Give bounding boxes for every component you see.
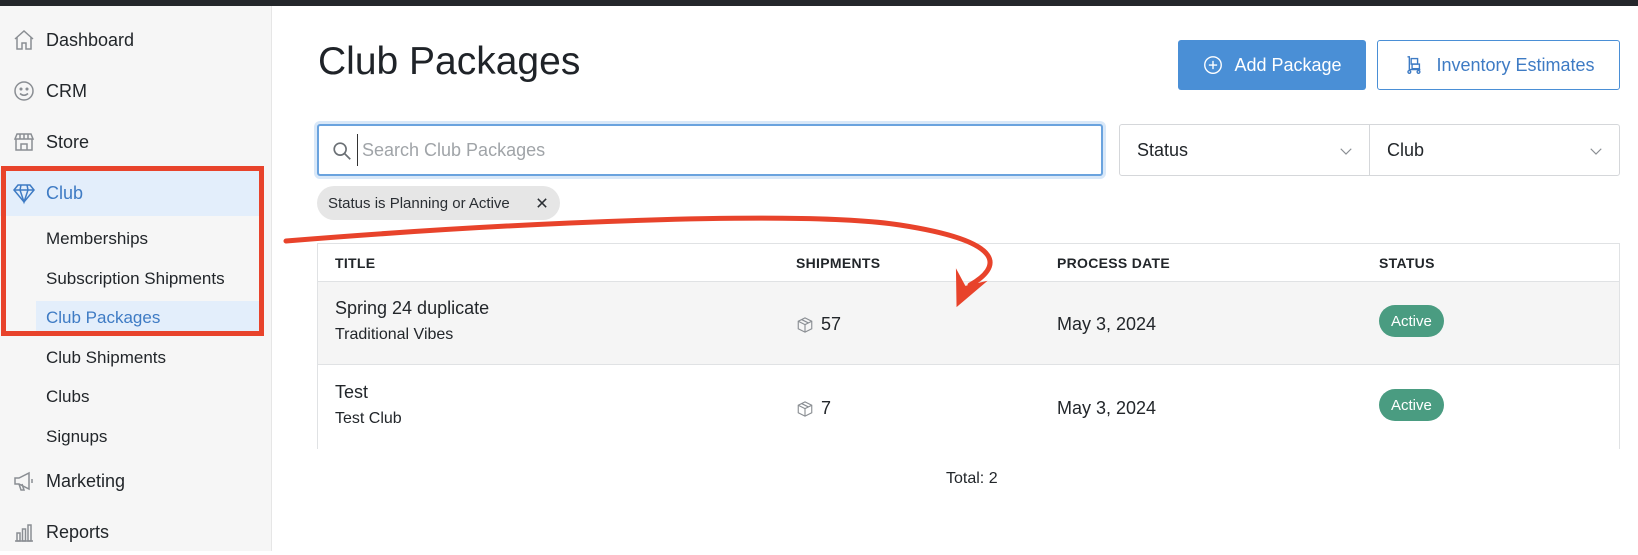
table-row[interactable]: Spring 24 duplicate Traditional Vibes 57… bbox=[318, 282, 1619, 365]
add-package-label: Add Package bbox=[1234, 54, 1342, 75]
shipments-count: 57 bbox=[821, 314, 842, 334]
chevron-down-icon bbox=[1590, 148, 1602, 155]
sidebar-subitem-label: Club Packages bbox=[46, 307, 161, 327]
sidebar-item-crm[interactable]: CRM bbox=[0, 68, 261, 114]
sidebar-item-label: Marketing bbox=[46, 470, 126, 491]
sidebar-subitem-signups[interactable]: Signups bbox=[36, 420, 261, 453]
sidebar-item-label: Reports bbox=[46, 521, 110, 542]
search-input[interactable] bbox=[357, 134, 1087, 166]
add-package-button[interactable]: Add Package bbox=[1178, 40, 1366, 90]
table-row[interactable]: Test Test Club 7 May 3, 2024 Active bbox=[318, 366, 1619, 449]
sidebar-subitem-memberships[interactable]: Memberships bbox=[36, 222, 261, 255]
sidebar-subitem-label: Club Shipments bbox=[46, 347, 167, 367]
status-select-value: Status bbox=[1137, 140, 1189, 160]
sidebar-subitem-label: Subscription Shipments bbox=[46, 268, 225, 288]
process-date: May 3, 2024 bbox=[1057, 398, 1157, 418]
column-header-title[interactable]: TITLE bbox=[335, 255, 375, 271]
table-total: Total: 2 bbox=[946, 470, 998, 487]
sidebar-subitem-club-shipments[interactable]: Club Shipments bbox=[36, 341, 261, 374]
sidebar-item-dashboard[interactable]: Dashboard bbox=[0, 17, 261, 63]
sidebar-item-store[interactable]: Store bbox=[0, 119, 261, 165]
inventory-estimates-button[interactable]: Inventory Estimates bbox=[1377, 40, 1620, 90]
sidebar-item-label: CRM bbox=[46, 80, 87, 101]
box-icon bbox=[797, 316, 813, 333]
sidebar-item-marketing[interactable]: Marketing bbox=[0, 458, 261, 504]
sidebar-item-label: Club bbox=[46, 182, 84, 203]
sidebar-subitem-subscription-shipments[interactable]: Subscription Shipments bbox=[36, 262, 261, 295]
status-select[interactable]: Status bbox=[1119, 124, 1370, 176]
sidebar-item-label: Store bbox=[46, 131, 90, 152]
box-icon bbox=[797, 400, 813, 417]
table-header: TITLE SHIPMENTS PROCESS DATE STATUS bbox=[318, 244, 1619, 282]
sidebar: Dashboard CRM Store Club Memberships Sub… bbox=[0, 6, 272, 551]
package-title[interactable]: Test bbox=[335, 382, 368, 403]
page-title: Club Packages bbox=[318, 40, 581, 83]
status-badge: Active bbox=[1379, 305, 1444, 337]
column-header-process-date[interactable]: PROCESS DATE bbox=[1057, 255, 1170, 271]
smiley-icon bbox=[12, 79, 36, 103]
close-icon[interactable] bbox=[532, 193, 552, 213]
search-box bbox=[317, 124, 1103, 176]
inventory-estimates-label: Inventory Estimates bbox=[1436, 54, 1595, 75]
hand-truck-icon bbox=[1407, 56, 1422, 74]
sidebar-item-reports[interactable]: Reports bbox=[0, 509, 261, 555]
bar-chart-icon bbox=[12, 520, 36, 544]
sidebar-item-club[interactable]: Club bbox=[0, 170, 261, 216]
package-shipments: 57 bbox=[796, 314, 841, 335]
package-title[interactable]: Spring 24 duplicate bbox=[335, 298, 489, 319]
megaphone-icon bbox=[12, 469, 36, 493]
packages-table: TITLE SHIPMENTS PROCESS DATE STATUS Spri… bbox=[317, 243, 1620, 449]
sidebar-subitem-clubs[interactable]: Clubs bbox=[36, 380, 261, 413]
package-shipments: 7 bbox=[796, 398, 831, 419]
home-icon bbox=[12, 28, 36, 52]
package-club: Test Club bbox=[335, 410, 402, 427]
sidebar-item-label: Dashboard bbox=[46, 29, 135, 50]
club-select[interactable]: Club bbox=[1369, 124, 1620, 176]
filter-chip-label: Status is Planning or Active bbox=[328, 194, 510, 212]
chevron-down-icon bbox=[1340, 148, 1352, 155]
club-select-value: Club bbox=[1387, 140, 1425, 160]
sidebar-subitem-label: Clubs bbox=[46, 386, 90, 406]
column-header-status[interactable]: STATUS bbox=[1379, 255, 1435, 271]
plus-circle-icon bbox=[1204, 56, 1223, 74]
sidebar-subitem-club-packages[interactable]: Club Packages bbox=[36, 301, 261, 334]
package-club: Traditional Vibes bbox=[335, 326, 454, 343]
search-icon bbox=[333, 142, 351, 160]
process-date: May 3, 2024 bbox=[1057, 314, 1157, 334]
sidebar-subitem-label: Memberships bbox=[46, 228, 149, 248]
status-badge: Active bbox=[1379, 389, 1444, 421]
shipments-count: 7 bbox=[821, 398, 832, 418]
diamond-icon bbox=[12, 181, 36, 205]
storefront-icon bbox=[12, 130, 36, 154]
sidebar-subitem-label: Signups bbox=[46, 426, 108, 446]
filter-chip: Status is Planning or Active bbox=[317, 186, 560, 220]
column-header-shipments[interactable]: SHIPMENTS bbox=[796, 255, 880, 271]
